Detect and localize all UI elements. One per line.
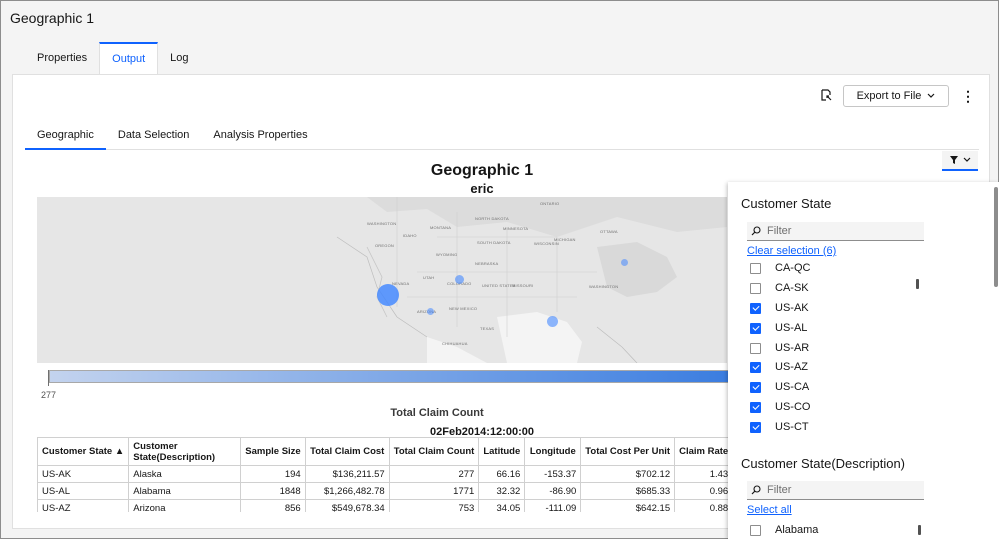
app-window: Geographic 1 Properties Output Log Expor… bbox=[0, 0, 999, 539]
cell: 1848 bbox=[240, 482, 306, 500]
column-header-latitude[interactable]: Latitude bbox=[478, 437, 526, 466]
filter-option-ca-qc[interactable]: CA-QC bbox=[750, 261, 810, 275]
checkbox[interactable] bbox=[750, 342, 761, 354]
sort-ascending-icon: ▲ bbox=[114, 446, 125, 457]
cell: 1.43 bbox=[674, 465, 734, 483]
checkbox[interactable] bbox=[750, 262, 761, 274]
cell: Arizona bbox=[128, 499, 242, 512]
filter-panel: Customer State Filter Clear selection (6… bbox=[728, 182, 999, 539]
option-label: CA-SK bbox=[775, 282, 809, 294]
cell: US-AK bbox=[36, 465, 130, 483]
filter-option-ca-sk[interactable]: CA-SK bbox=[750, 281, 809, 295]
search-icon bbox=[751, 485, 761, 495]
cell: -86.90 bbox=[524, 482, 582, 500]
column-header-sample-size[interactable]: Sample Size bbox=[240, 437, 306, 466]
cell: 194 bbox=[240, 465, 306, 483]
cell: -111.09 bbox=[524, 499, 582, 512]
checkbox[interactable] bbox=[750, 421, 761, 433]
cell: $702.12 bbox=[580, 465, 676, 483]
option-label: US-AL bbox=[775, 322, 808, 334]
cell: Alabama bbox=[128, 482, 242, 500]
cell: 0.96 bbox=[674, 482, 734, 500]
cell: 34.05 bbox=[478, 499, 526, 512]
panel-scrollbar[interactable] bbox=[994, 187, 998, 287]
column-header-state-description[interactable]: Customer State(Description) bbox=[128, 437, 242, 466]
cell: $642.15 bbox=[580, 499, 676, 512]
filter-placeholder: Filter bbox=[767, 484, 792, 496]
column-header-total-cost-per-unit[interactable]: Total Cost Per Unit bbox=[580, 437, 676, 466]
table-row[interactable]: US-AK Alaska 194 $136,211.57 277 66.16 -… bbox=[36, 465, 734, 483]
checkbox[interactable] bbox=[750, 524, 761, 536]
option-label: US-CA bbox=[775, 381, 810, 393]
cell: US-AL bbox=[36, 482, 130, 500]
column-header-customer-state[interactable]: Customer State ▲ bbox=[36, 437, 130, 466]
list-scrollbar-thumb[interactable] bbox=[916, 279, 919, 289]
filter-option-us-al[interactable]: US-AL bbox=[750, 321, 807, 335]
table-row[interactable]: US-AL Alabama 1848 $1,266,482.78 1771 32… bbox=[36, 482, 734, 500]
table-row[interactable]: US-AZ Arizona 856 $549,678.34 753 34.05 … bbox=[36, 499, 734, 512]
list-scrollbar-thumb[interactable] bbox=[918, 525, 921, 535]
cell: US-AZ bbox=[36, 499, 130, 512]
cell: 0.88 bbox=[674, 499, 734, 512]
option-label: Alabama bbox=[775, 524, 819, 536]
checkbox[interactable] bbox=[750, 381, 761, 393]
cell: 32.32 bbox=[478, 482, 526, 500]
checkbox[interactable] bbox=[750, 401, 761, 413]
option-label: US-CT bbox=[775, 421, 809, 433]
option-label: CA-QC bbox=[775, 262, 811, 274]
checkbox[interactable] bbox=[750, 361, 761, 373]
customer-state-heading: Customer State bbox=[741, 196, 832, 211]
filter-option-us-ak[interactable]: US-AK bbox=[750, 301, 809, 315]
cell: $136,211.57 bbox=[304, 465, 390, 483]
cell: 1771 bbox=[388, 482, 480, 500]
filter-option-alabama[interactable]: Alabama bbox=[750, 523, 818, 537]
checkbox[interactable] bbox=[750, 282, 761, 294]
cell: 753 bbox=[388, 499, 480, 512]
filter-option-us-az[interactable]: US-AZ bbox=[750, 360, 808, 374]
cell: $1,266,482.78 bbox=[304, 482, 390, 500]
state-description-filter-input[interactable]: Filter bbox=[747, 481, 924, 500]
select-all-link[interactable]: Select all bbox=[747, 504, 792, 516]
clear-selection-link[interactable]: Clear selection (6) bbox=[747, 245, 836, 257]
column-header-claim-rate[interactable]: Claim Rate bbox=[674, 437, 734, 466]
filter-placeholder: Filter bbox=[767, 225, 792, 237]
checkbox[interactable] bbox=[750, 322, 761, 334]
state-description-heading: Customer State(Description) bbox=[741, 456, 905, 471]
cell: 856 bbox=[240, 499, 306, 512]
checkbox[interactable] bbox=[750, 302, 761, 314]
option-label: US-AR bbox=[775, 342, 810, 354]
filter-option-us-ar[interactable]: US-AR bbox=[750, 341, 809, 355]
cell: Alaska bbox=[128, 465, 242, 483]
cell: 66.16 bbox=[478, 465, 526, 483]
search-icon bbox=[751, 226, 761, 236]
filter-option-us-ct[interactable]: US-CT bbox=[750, 420, 809, 434]
column-header-total-claim-cost[interactable]: Total Claim Cost bbox=[304, 437, 390, 466]
filter-option-us-co[interactable]: US-CO bbox=[750, 400, 810, 414]
customer-state-filter-input[interactable]: Filter bbox=[747, 222, 924, 241]
cell: -153.37 bbox=[524, 465, 582, 483]
cell: 277 bbox=[388, 465, 480, 483]
option-label: US-CO bbox=[775, 401, 811, 413]
data-table: Customer State ▲ Customer State(Descript… bbox=[36, 437, 734, 512]
table-header-row: Customer State ▲ Customer State(Descript… bbox=[36, 437, 734, 466]
column-header-total-claim-count[interactable]: Total Claim Count bbox=[388, 437, 480, 466]
option-label: US-AZ bbox=[775, 361, 808, 373]
cell: $549,678.34 bbox=[304, 499, 390, 512]
cell: $685.33 bbox=[580, 482, 676, 500]
filter-option-us-ca[interactable]: US-CA bbox=[750, 380, 809, 394]
option-label: US-AK bbox=[775, 302, 809, 314]
column-header-longitude[interactable]: Longitude bbox=[524, 437, 582, 466]
